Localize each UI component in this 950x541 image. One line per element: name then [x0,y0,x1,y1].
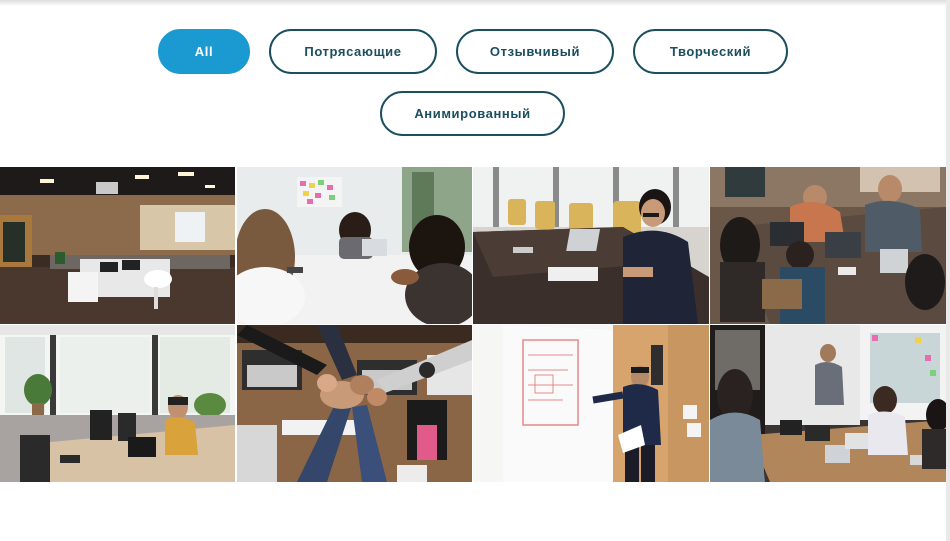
filter-creative-button[interactable]: Творческий [633,29,788,74]
image-gallery [0,167,946,482]
gallery-image-presentation[interactable] [710,325,946,482]
filter-responsive-button[interactable]: Отзывчивый [456,29,614,74]
gallery-image-women-meeting[interactable] [237,167,472,324]
filter-all-button[interactable]: All [158,29,250,74]
gallery-image-conference-room[interactable] [473,167,709,324]
gallery-image-whiteboard[interactable] [473,325,709,482]
gallery-image-team-laptops[interactable] [710,167,946,324]
filter-animated-button[interactable]: Анимированный [380,91,565,136]
scrollbar-track[interactable] [946,0,950,541]
filter-amazing-button[interactable]: Потрясающие [269,29,437,74]
gallery-image-desk-window[interactable] [0,325,235,482]
filter-bar: All Потрясающие Отзывчивый Творческий Ан… [0,0,946,160]
gallery-image-open-office[interactable] [0,167,235,324]
gallery-image-fist-bump[interactable] [237,325,472,482]
